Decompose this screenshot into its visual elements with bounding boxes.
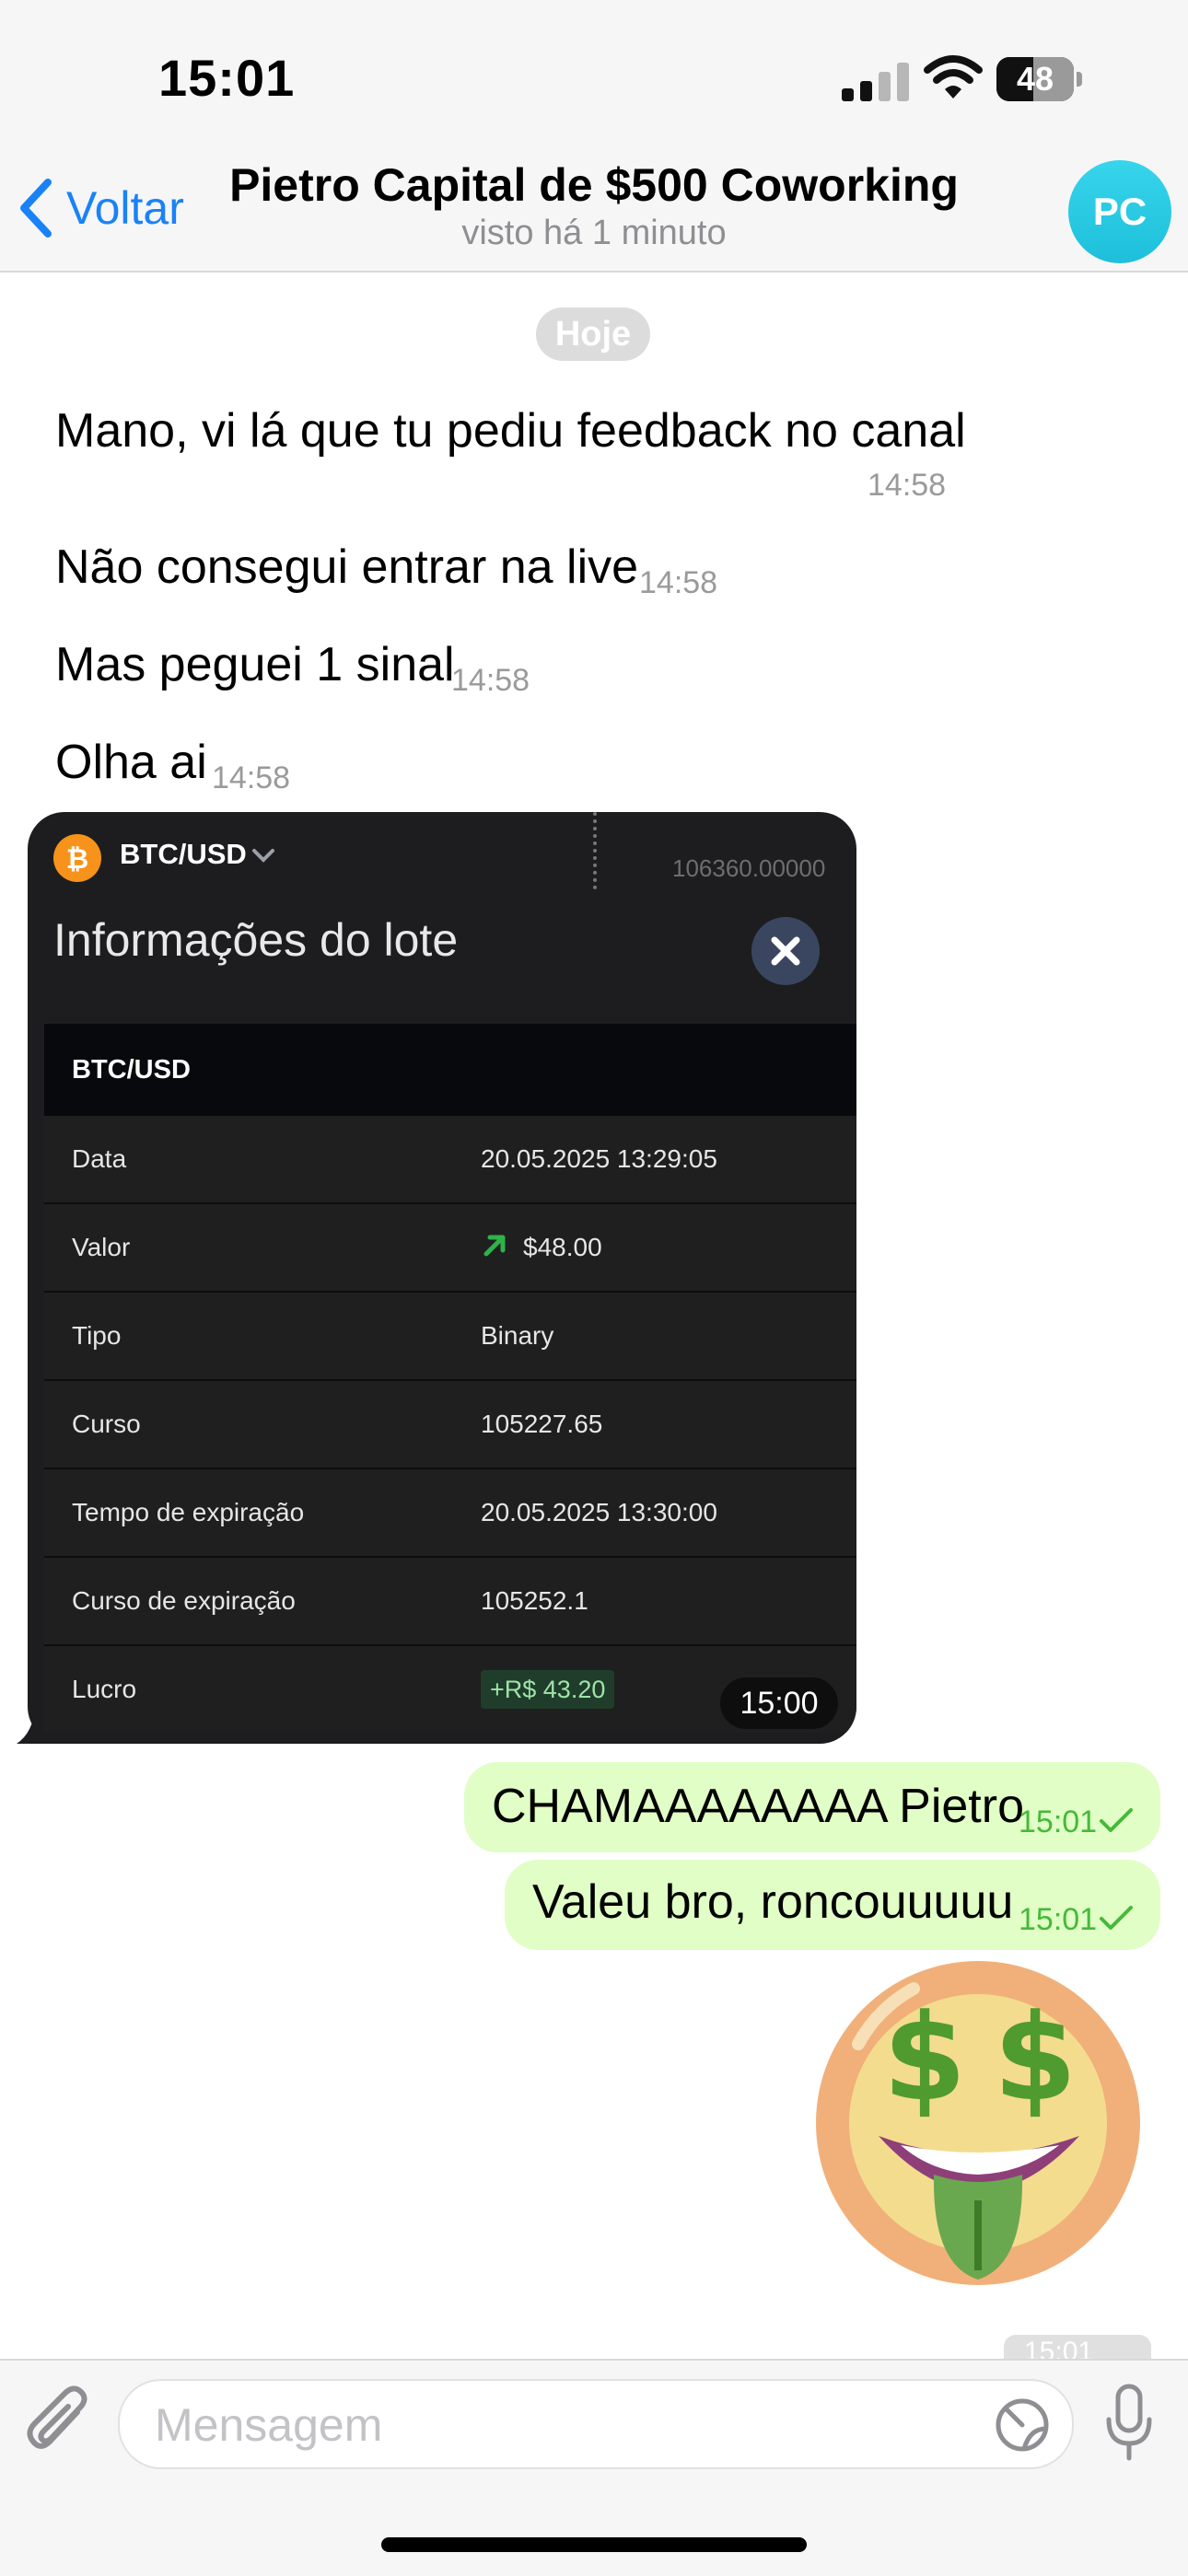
trade-screenshot[interactable]: ₿ BTC/USD 106360.00000 Informações do lo… xyxy=(28,812,856,1744)
wifi-icon xyxy=(924,55,983,99)
table-row: Tempo de expiração 20.05.2025 13:30:00 xyxy=(44,1469,856,1559)
row-value: 105227.65 xyxy=(481,1410,603,1438)
back-label: Voltar xyxy=(66,182,184,234)
avatar[interactable]: PC xyxy=(1068,160,1171,263)
close-button[interactable] xyxy=(751,917,820,985)
sticker-icon[interactable] xyxy=(993,2396,1052,2454)
microphone-icon[interactable] xyxy=(1101,2383,1157,2466)
read-check-icon xyxy=(1100,1808,1133,1832)
row-label: Curso xyxy=(72,1410,141,1438)
home-indicator xyxy=(381,2537,807,2552)
message-time: 14:58 xyxy=(212,760,291,795)
message-text: Não consegui entrar na live xyxy=(55,540,639,594)
message-input[interactable] xyxy=(153,2381,985,2469)
chat-title[interactable]: Pietro Capital de $500 Coworking xyxy=(203,158,985,212)
money-face-sticker[interactable]: $ $ xyxy=(794,1943,1162,2311)
battery-level: 48 xyxy=(1016,60,1054,98)
message-time: 14:58 xyxy=(868,468,947,503)
table-header: BTC/USD xyxy=(44,1024,856,1116)
row-value: $48.00 xyxy=(523,1233,602,1261)
back-button[interactable]: Voltar xyxy=(18,171,184,245)
row-label: Data xyxy=(72,1144,127,1173)
chart-divider xyxy=(593,812,597,889)
message-text: Olha ai xyxy=(55,736,207,789)
last-seen-status: visto há 1 minuto xyxy=(461,214,727,252)
partial-time: 15:01 xyxy=(1024,2337,1094,2359)
message-time: 14:58 xyxy=(451,663,530,698)
row-value: 20.05.2025 13:29:05 xyxy=(481,1144,717,1173)
message-text: Mas peguei 1 sinal xyxy=(55,638,455,691)
message-time: 14:58 xyxy=(639,565,718,600)
table-row: Tipo Binary xyxy=(44,1293,856,1382)
message-text: Mano, vi lá que tu pediu feedback no can… xyxy=(55,404,966,458)
message-time: 15:01 xyxy=(1019,1804,1098,1839)
table-row: Curso de expiração 105252.1 xyxy=(44,1558,856,1647)
close-icon xyxy=(771,936,800,966)
card-title: Informações do lote xyxy=(53,914,459,966)
message-time: 15:01 xyxy=(1019,1902,1098,1937)
status-time: 15:01 xyxy=(158,49,296,107)
message-text: CHAMAAAAAAAA Pietro xyxy=(492,1780,1024,1833)
row-value: 20.05.2025 13:30:00 xyxy=(481,1498,717,1526)
row-label: Tempo de expiração xyxy=(72,1498,305,1526)
arrow-up-right-icon xyxy=(483,1235,506,1257)
asset-name: BTC/USD xyxy=(120,838,247,870)
attach-paperclip-icon[interactable] xyxy=(24,2385,94,2464)
read-check-icon xyxy=(1100,1906,1133,1930)
row-label: Tipo xyxy=(72,1321,122,1350)
bitcoin-icon: ₿ xyxy=(53,834,101,882)
row-label: Curso de expiração xyxy=(72,1586,296,1615)
svg-text:₿: ₿ xyxy=(66,843,88,876)
chevron-left-icon xyxy=(20,179,52,238)
partial-time-badge: 15:01 xyxy=(1004,2335,1151,2359)
message-field[interactable] xyxy=(118,2379,1074,2469)
row-value: Binary xyxy=(481,1321,554,1350)
image-time-badge: 15:00 xyxy=(720,1677,838,1729)
table-row: Data 20.05.2025 13:29:05 xyxy=(44,1116,856,1205)
message-text: Valeu bro, roncouuuuu xyxy=(532,1875,1014,1929)
row-value: 105252.1 xyxy=(481,1586,588,1615)
asset-price: 106360.00000 xyxy=(672,854,826,882)
chevron-down-icon[interactable] xyxy=(250,847,276,865)
table-header-asset: BTC/USD xyxy=(72,1055,191,1085)
row-label: Valor xyxy=(72,1233,131,1261)
profit-badge: +R$ 43.20 xyxy=(481,1670,615,1709)
row-label: Lucro xyxy=(72,1675,137,1703)
battery-icon: 48 xyxy=(996,57,1083,101)
table-row: Valor $48.00 xyxy=(44,1204,856,1294)
cellular-signal-icon xyxy=(842,63,909,101)
svg-text:$: $ xyxy=(994,1988,1077,2128)
table-row: Curso 105227.65 xyxy=(44,1381,856,1470)
svg-text:$: $ xyxy=(883,1988,966,2128)
date-separator: Hoje xyxy=(536,307,650,361)
